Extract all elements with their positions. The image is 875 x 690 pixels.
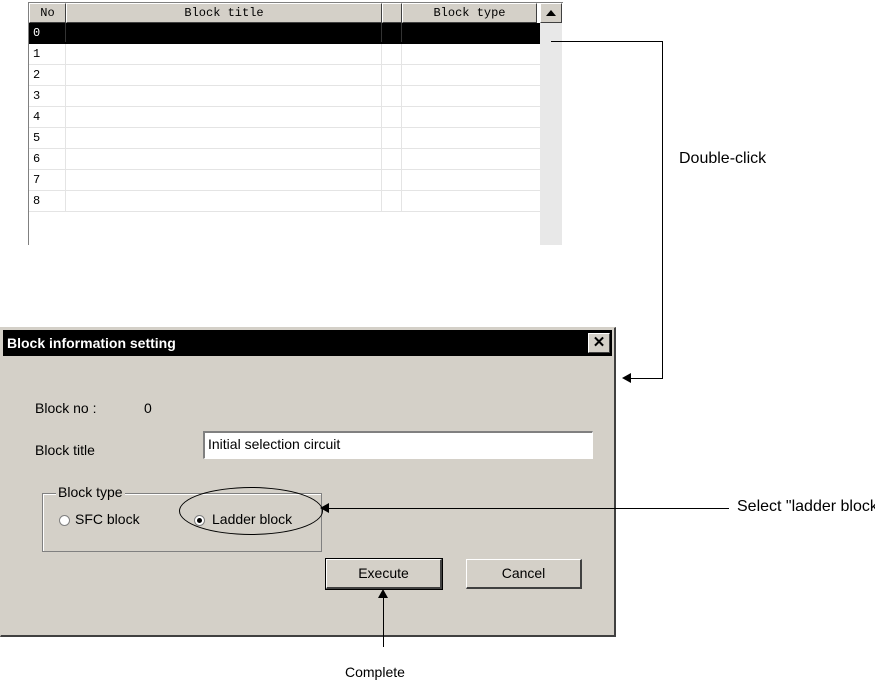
connector-line-return xyxy=(630,378,663,379)
row-number: 3 xyxy=(29,86,66,106)
block-title-input[interactable]: Initial selection circuit xyxy=(203,431,593,459)
row-flag xyxy=(382,170,402,190)
column-header-block-title[interactable]: Block title xyxy=(66,3,382,23)
row-block-title xyxy=(66,86,382,106)
table-row[interactable]: 6 xyxy=(29,149,540,170)
table-row[interactable]: 5 xyxy=(29,128,540,149)
row-block-title xyxy=(66,149,382,169)
pointer-line-complete xyxy=(383,597,384,647)
row-number: 7 xyxy=(29,170,66,190)
row-flag xyxy=(382,128,402,148)
row-block-type xyxy=(402,44,540,64)
arrow-up-icon xyxy=(546,10,556,16)
table-row[interactable]: 0 xyxy=(29,23,540,44)
table-row[interactable]: 8 xyxy=(29,191,540,212)
table-body: 0 1 2 3 4 5 6 7 8 xyxy=(29,23,540,212)
row-number: 5 xyxy=(29,128,66,148)
row-number: 0 xyxy=(29,23,66,42)
row-number: 4 xyxy=(29,107,66,127)
row-flag xyxy=(382,107,402,127)
block-no-value: 0 xyxy=(144,400,152,416)
row-block-type xyxy=(402,170,540,190)
row-block-title xyxy=(66,65,382,85)
dialog-titlebar[interactable]: Block information setting ✕ xyxy=(3,330,612,356)
row-block-type xyxy=(402,23,540,42)
row-flag xyxy=(382,149,402,169)
execute-button[interactable]: Execute xyxy=(325,558,443,590)
row-block-title xyxy=(66,170,382,190)
dialog-title: Block information setting xyxy=(7,335,176,351)
arrow-left-icon xyxy=(622,373,631,383)
row-block-type xyxy=(402,191,540,211)
row-flag xyxy=(382,191,402,211)
vertical-scrollbar[interactable] xyxy=(540,3,562,245)
row-block-title xyxy=(66,23,382,42)
block-no-label: Block no : xyxy=(35,400,97,416)
row-number: 6 xyxy=(29,149,66,169)
cancel-button[interactable]: Cancel xyxy=(466,559,582,589)
row-flag xyxy=(382,44,402,64)
complete-note: Complete xyxy=(345,664,405,680)
column-header-no[interactable]: No xyxy=(29,3,66,23)
row-block-title xyxy=(66,44,382,64)
row-block-title xyxy=(66,128,382,148)
row-block-type xyxy=(402,149,540,169)
table-row[interactable]: 7 xyxy=(29,170,540,191)
connector-line-vertical xyxy=(662,41,663,379)
block-list-table: No Block title Block type 0 1 2 3 4 5 6 … xyxy=(28,2,563,245)
connector-line-horizontal xyxy=(551,41,663,42)
row-block-type xyxy=(402,65,540,85)
row-block-title xyxy=(66,107,382,127)
highlight-ellipse xyxy=(179,487,323,535)
row-block-type xyxy=(402,128,540,148)
sfc-block-radio[interactable] xyxy=(59,515,70,526)
row-number: 8 xyxy=(29,191,66,211)
sfc-block-label[interactable]: SFC block xyxy=(75,511,140,527)
column-header-block-type[interactable]: Block type xyxy=(402,3,537,23)
arrow-left-icon xyxy=(320,503,329,513)
close-icon: ✕ xyxy=(592,334,606,351)
table-row[interactable]: 3 xyxy=(29,86,540,107)
block-title-label: Block title xyxy=(35,442,95,458)
row-block-title xyxy=(66,191,382,211)
block-information-dialog: Block information setting ✕ Block no : 0… xyxy=(0,327,616,637)
pointer-line-ladder xyxy=(329,508,729,509)
row-number: 2 xyxy=(29,65,66,85)
table-row[interactable]: 2 xyxy=(29,65,540,86)
table-row[interactable]: 4 xyxy=(29,107,540,128)
column-header-blank[interactable] xyxy=(382,3,402,23)
double-click-note: Double-click xyxy=(679,150,767,167)
select-ladder-note: Select "ladder block". xyxy=(737,498,875,515)
row-block-type xyxy=(402,86,540,106)
close-button[interactable]: ✕ xyxy=(588,333,610,353)
scroll-up-button[interactable] xyxy=(540,3,562,23)
table-header: No Block title Block type xyxy=(29,3,540,23)
row-number: 1 xyxy=(29,44,66,64)
row-flag xyxy=(382,86,402,106)
row-block-type xyxy=(402,107,540,127)
block-type-legend: Block type xyxy=(56,484,125,500)
row-flag xyxy=(382,23,402,42)
table-row[interactable]: 1 xyxy=(29,44,540,65)
row-flag xyxy=(382,65,402,85)
